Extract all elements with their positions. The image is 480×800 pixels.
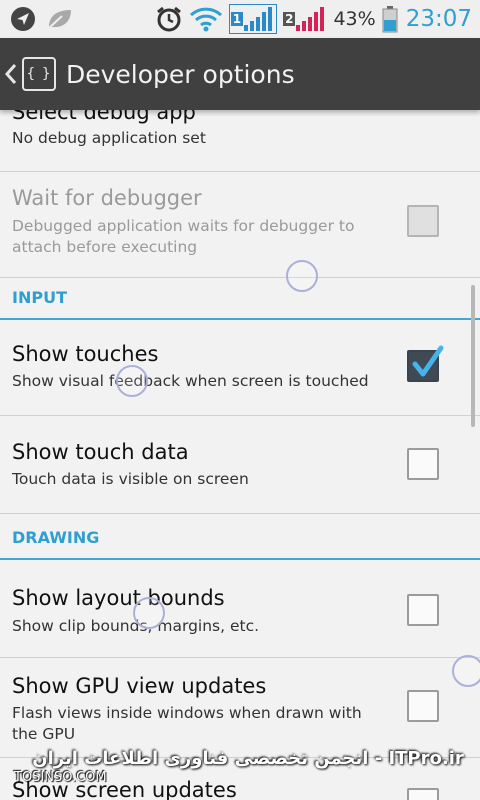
show-layout-bounds-title: Show layout bounds bbox=[12, 586, 225, 610]
section-header-input: INPUT bbox=[0, 278, 480, 320]
show-screen-updates-checkbox[interactable] bbox=[407, 788, 439, 800]
wifi-icon bbox=[189, 6, 223, 32]
scrollbar[interactable] bbox=[471, 285, 475, 427]
wait-for-debugger-title: Wait for debugger bbox=[12, 186, 202, 210]
sim2-label: 2 bbox=[283, 12, 296, 26]
settings-list: Select debug app No debug application se… bbox=[0, 110, 480, 800]
touch-indicator bbox=[286, 260, 318, 292]
sim1-label: 1 bbox=[230, 12, 244, 26]
action-bar: { } Developer options bbox=[0, 38, 480, 110]
navigation-arrow-icon bbox=[10, 6, 36, 32]
back-chevron-icon[interactable] bbox=[4, 62, 18, 86]
watermark-site: TOSINSO.COM bbox=[14, 770, 107, 785]
signal-sim1-icon: 1 bbox=[228, 4, 278, 34]
show-touches-title: Show touches bbox=[12, 342, 159, 366]
show-gpu-view-updates-item[interactable]: Show GPU view updates Flash views inside… bbox=[0, 658, 480, 758]
touch-indicator bbox=[116, 365, 148, 397]
wait-for-debugger-summary: Debugged application waits for debugger … bbox=[12, 217, 355, 256]
show-layout-bounds-item[interactable]: Show layout bounds Show clip bounds, mar… bbox=[0, 560, 480, 658]
section-label-drawing: DRAWING bbox=[12, 528, 100, 547]
battery-percent: 43% bbox=[333, 8, 376, 30]
show-touches-summary: Show visual feedback when screen is touc… bbox=[12, 372, 369, 390]
wait-for-debugger-checkbox bbox=[407, 205, 439, 237]
touch-indicator bbox=[452, 655, 480, 687]
checkmark-icon bbox=[412, 345, 444, 377]
wait-for-debugger-item: Wait for debugger Debugged application w… bbox=[0, 172, 480, 278]
status-bar-right: 1 2 43% 23:07 bbox=[155, 4, 472, 34]
developer-braces-icon[interactable]: { } bbox=[22, 57, 56, 91]
status-bar: 1 2 43% 23:07 bbox=[0, 0, 480, 38]
status-bar-left bbox=[10, 6, 74, 32]
select-debug-app-summary: No debug application set bbox=[12, 129, 206, 147]
show-gpu-view-updates-checkbox[interactable] bbox=[407, 690, 439, 722]
show-layout-bounds-summary: Show clip bounds, margins, etc. bbox=[12, 617, 260, 635]
battery-icon bbox=[382, 5, 398, 33]
show-touches-item[interactable]: Show touches Show visual feedback when s… bbox=[0, 320, 480, 416]
watermark-arabic: ITPro.ir - انجمن تخصصی فناوری اطلاعات ای… bbox=[32, 748, 464, 769]
select-debug-app-title: Select debug app bbox=[12, 110, 196, 124]
show-touch-data-summary: Touch data is visible on screen bbox=[12, 470, 249, 488]
page-title: Developer options bbox=[66, 59, 295, 89]
touch-indicator bbox=[133, 597, 165, 629]
clock: 23:07 bbox=[405, 6, 472, 32]
show-touch-data-title: Show touch data bbox=[12, 440, 189, 464]
show-layout-bounds-checkbox[interactable] bbox=[407, 594, 439, 626]
show-gpu-view-updates-summary: Flash views inside windows when drawn wi… bbox=[12, 704, 362, 743]
section-header-drawing: DRAWING bbox=[0, 518, 480, 560]
section-label-input: INPUT bbox=[12, 288, 67, 307]
leaf-icon bbox=[46, 7, 74, 31]
select-debug-app-item[interactable]: Select debug app No debug application se… bbox=[0, 110, 480, 172]
show-touches-checkbox[interactable] bbox=[407, 345, 444, 382]
show-gpu-view-updates-title: Show GPU view updates bbox=[12, 674, 267, 698]
show-touch-data-item[interactable]: Show touch data Touch data is visible on… bbox=[0, 416, 480, 514]
signal-sim2-icon: 2 bbox=[283, 6, 327, 32]
show-touch-data-checkbox[interactable] bbox=[407, 448, 439, 480]
alarm-clock-icon bbox=[155, 5, 183, 33]
